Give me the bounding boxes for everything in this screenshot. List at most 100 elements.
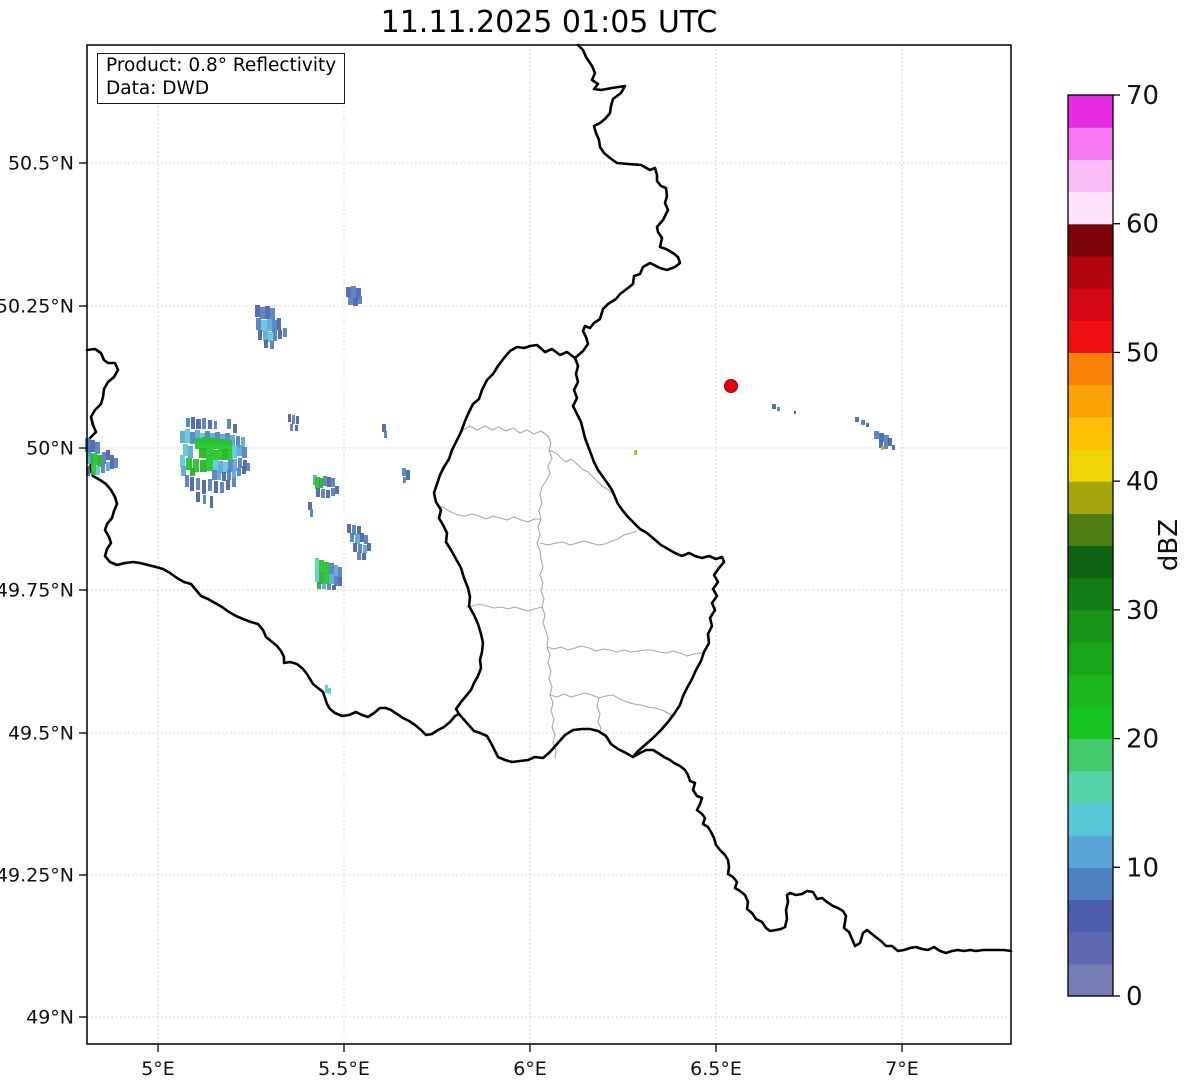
radar-echo-cell xyxy=(384,431,387,438)
radar-echo-cell xyxy=(327,477,331,487)
radar-echo-cell xyxy=(861,420,865,425)
radar-echo-cell xyxy=(353,543,357,552)
radar-echo-cell xyxy=(353,298,358,306)
radar-echo-cell xyxy=(777,407,780,411)
data-source-line: Data: DWD xyxy=(106,78,336,101)
radar-echo-cell xyxy=(317,582,321,589)
radar-echo-cell xyxy=(222,449,228,460)
colorbar-tick-label: 20 xyxy=(1126,725,1159,755)
radar-echo-cell xyxy=(273,331,277,341)
radar-echo-cell xyxy=(222,472,226,481)
radar-echo-cell xyxy=(866,423,869,427)
x-tick-label: 6.5°E xyxy=(690,1058,742,1080)
radar-echo-cell xyxy=(268,332,273,342)
radar-echo-cell xyxy=(212,470,217,480)
y-tick-label: 49°N xyxy=(26,1007,74,1029)
colorbar-segment xyxy=(1068,771,1113,804)
colorbar-segment xyxy=(1068,449,1113,482)
radar-echo-cell xyxy=(315,558,319,570)
radar-echo-cell xyxy=(106,450,110,460)
radar-echo-cell xyxy=(328,688,331,694)
radar-echo-cell xyxy=(207,459,213,471)
colorbar-segment xyxy=(1068,256,1113,289)
radar-echo-cell xyxy=(323,476,327,486)
radar-echo-cell xyxy=(363,545,367,553)
radar-map-canvas: 5°E5.5°E6°E6.5°E7°E50.5°N50.25°N50°N49.7… xyxy=(0,0,1202,1081)
radar-echo-cell xyxy=(202,418,206,429)
radar-echo-cell xyxy=(196,478,200,490)
radar-echo-cell xyxy=(321,489,325,498)
radar-echo-cell xyxy=(101,464,105,473)
district-border-line xyxy=(540,531,637,545)
luxembourg-outline xyxy=(434,345,724,762)
colorbar-tick-label: 60 xyxy=(1126,210,1159,240)
colorbar-segment xyxy=(1068,899,1113,932)
radar-echo-cell xyxy=(879,433,884,442)
radar-echo-cell xyxy=(322,583,326,589)
radar-echo-cell xyxy=(190,477,194,491)
colorbar-tick-label: 70 xyxy=(1126,81,1159,111)
country-border-line xyxy=(633,750,1011,953)
colorbar-segment xyxy=(1068,578,1113,611)
radar-echo-cell xyxy=(210,496,213,508)
district-borders xyxy=(437,426,704,758)
x-tick-label: 6°E xyxy=(513,1058,547,1080)
radar-echo-cell xyxy=(634,450,637,455)
radar-echo-cell xyxy=(316,488,320,497)
radar-echo-cell xyxy=(238,458,242,468)
radar-echo-cell xyxy=(338,577,342,586)
radar-echo-cell xyxy=(794,411,796,414)
radar-echo-cell xyxy=(232,469,236,478)
y-tick-label: 50.5°N xyxy=(8,153,74,175)
product-annotation-box: Product: 0.8° Reflectivity Data: DWD xyxy=(97,53,345,104)
radar-echo-cell xyxy=(102,452,106,464)
radar-echo-cell xyxy=(296,416,299,424)
colorbar-segment xyxy=(1068,481,1113,514)
radar-echo-cell xyxy=(346,287,351,297)
radar-echo-cell xyxy=(185,429,190,443)
radar-echo-cell xyxy=(332,585,336,590)
radar-echo-cell xyxy=(292,415,295,424)
radar-echo-cell xyxy=(195,438,202,449)
product-line: Product: 0.8° Reflectivity xyxy=(106,55,336,78)
colorbar-tick-label: 50 xyxy=(1126,338,1159,368)
y-tick-label: 49.25°N xyxy=(0,865,74,887)
radar-echo-cell xyxy=(202,480,206,494)
district-border-line xyxy=(463,426,551,450)
radar-echo-cell xyxy=(358,544,362,553)
y-tick-label: 50.25°N xyxy=(0,296,74,318)
colorbar-segment xyxy=(1068,417,1113,450)
radar-echo-cell xyxy=(246,463,250,471)
radar-echo-cell xyxy=(210,438,218,449)
radar-echo-cell xyxy=(185,475,189,487)
radar-echo-cell xyxy=(270,308,275,320)
district-border-line xyxy=(550,693,672,716)
radar-echo-cell xyxy=(327,584,331,590)
radar-echo-cell xyxy=(242,466,246,474)
radar-echo-cell xyxy=(256,318,261,330)
colorbar-segment xyxy=(1068,192,1113,225)
radar-echo-cell xyxy=(295,425,298,431)
radar-echo-cell xyxy=(181,466,186,476)
radar-echo-cell xyxy=(403,477,406,483)
radar-echo-cell xyxy=(884,443,888,449)
colorbar-segment xyxy=(1068,964,1113,997)
colorbar-segment xyxy=(1068,739,1113,772)
radar-echo-cell xyxy=(190,432,195,444)
radar-echo-cell xyxy=(892,445,895,450)
colorbar-segment xyxy=(1068,385,1113,418)
radar-echo-cell xyxy=(191,417,195,429)
radar-echo-cell xyxy=(319,478,323,488)
radar-echo-cell xyxy=(347,524,351,533)
radar-echo-cell xyxy=(881,446,884,450)
axis-ticks-and-labels: 5°E5.5°E6°E6.5°E7°E50.5°N50.25°N50°N49.7… xyxy=(0,153,919,1081)
radar-echo-cell xyxy=(277,318,281,330)
radar-echo-cell xyxy=(290,424,293,431)
district-border-line xyxy=(437,505,541,522)
y-tick-label: 49.5°N xyxy=(8,723,74,745)
colorbar-tick-label: 0 xyxy=(1126,982,1143,1012)
radar-echo-cell xyxy=(331,488,335,496)
radar-echo-cell xyxy=(96,466,100,475)
radar-echo-cell xyxy=(331,478,335,487)
colorbar-tick-label: 40 xyxy=(1126,467,1159,497)
